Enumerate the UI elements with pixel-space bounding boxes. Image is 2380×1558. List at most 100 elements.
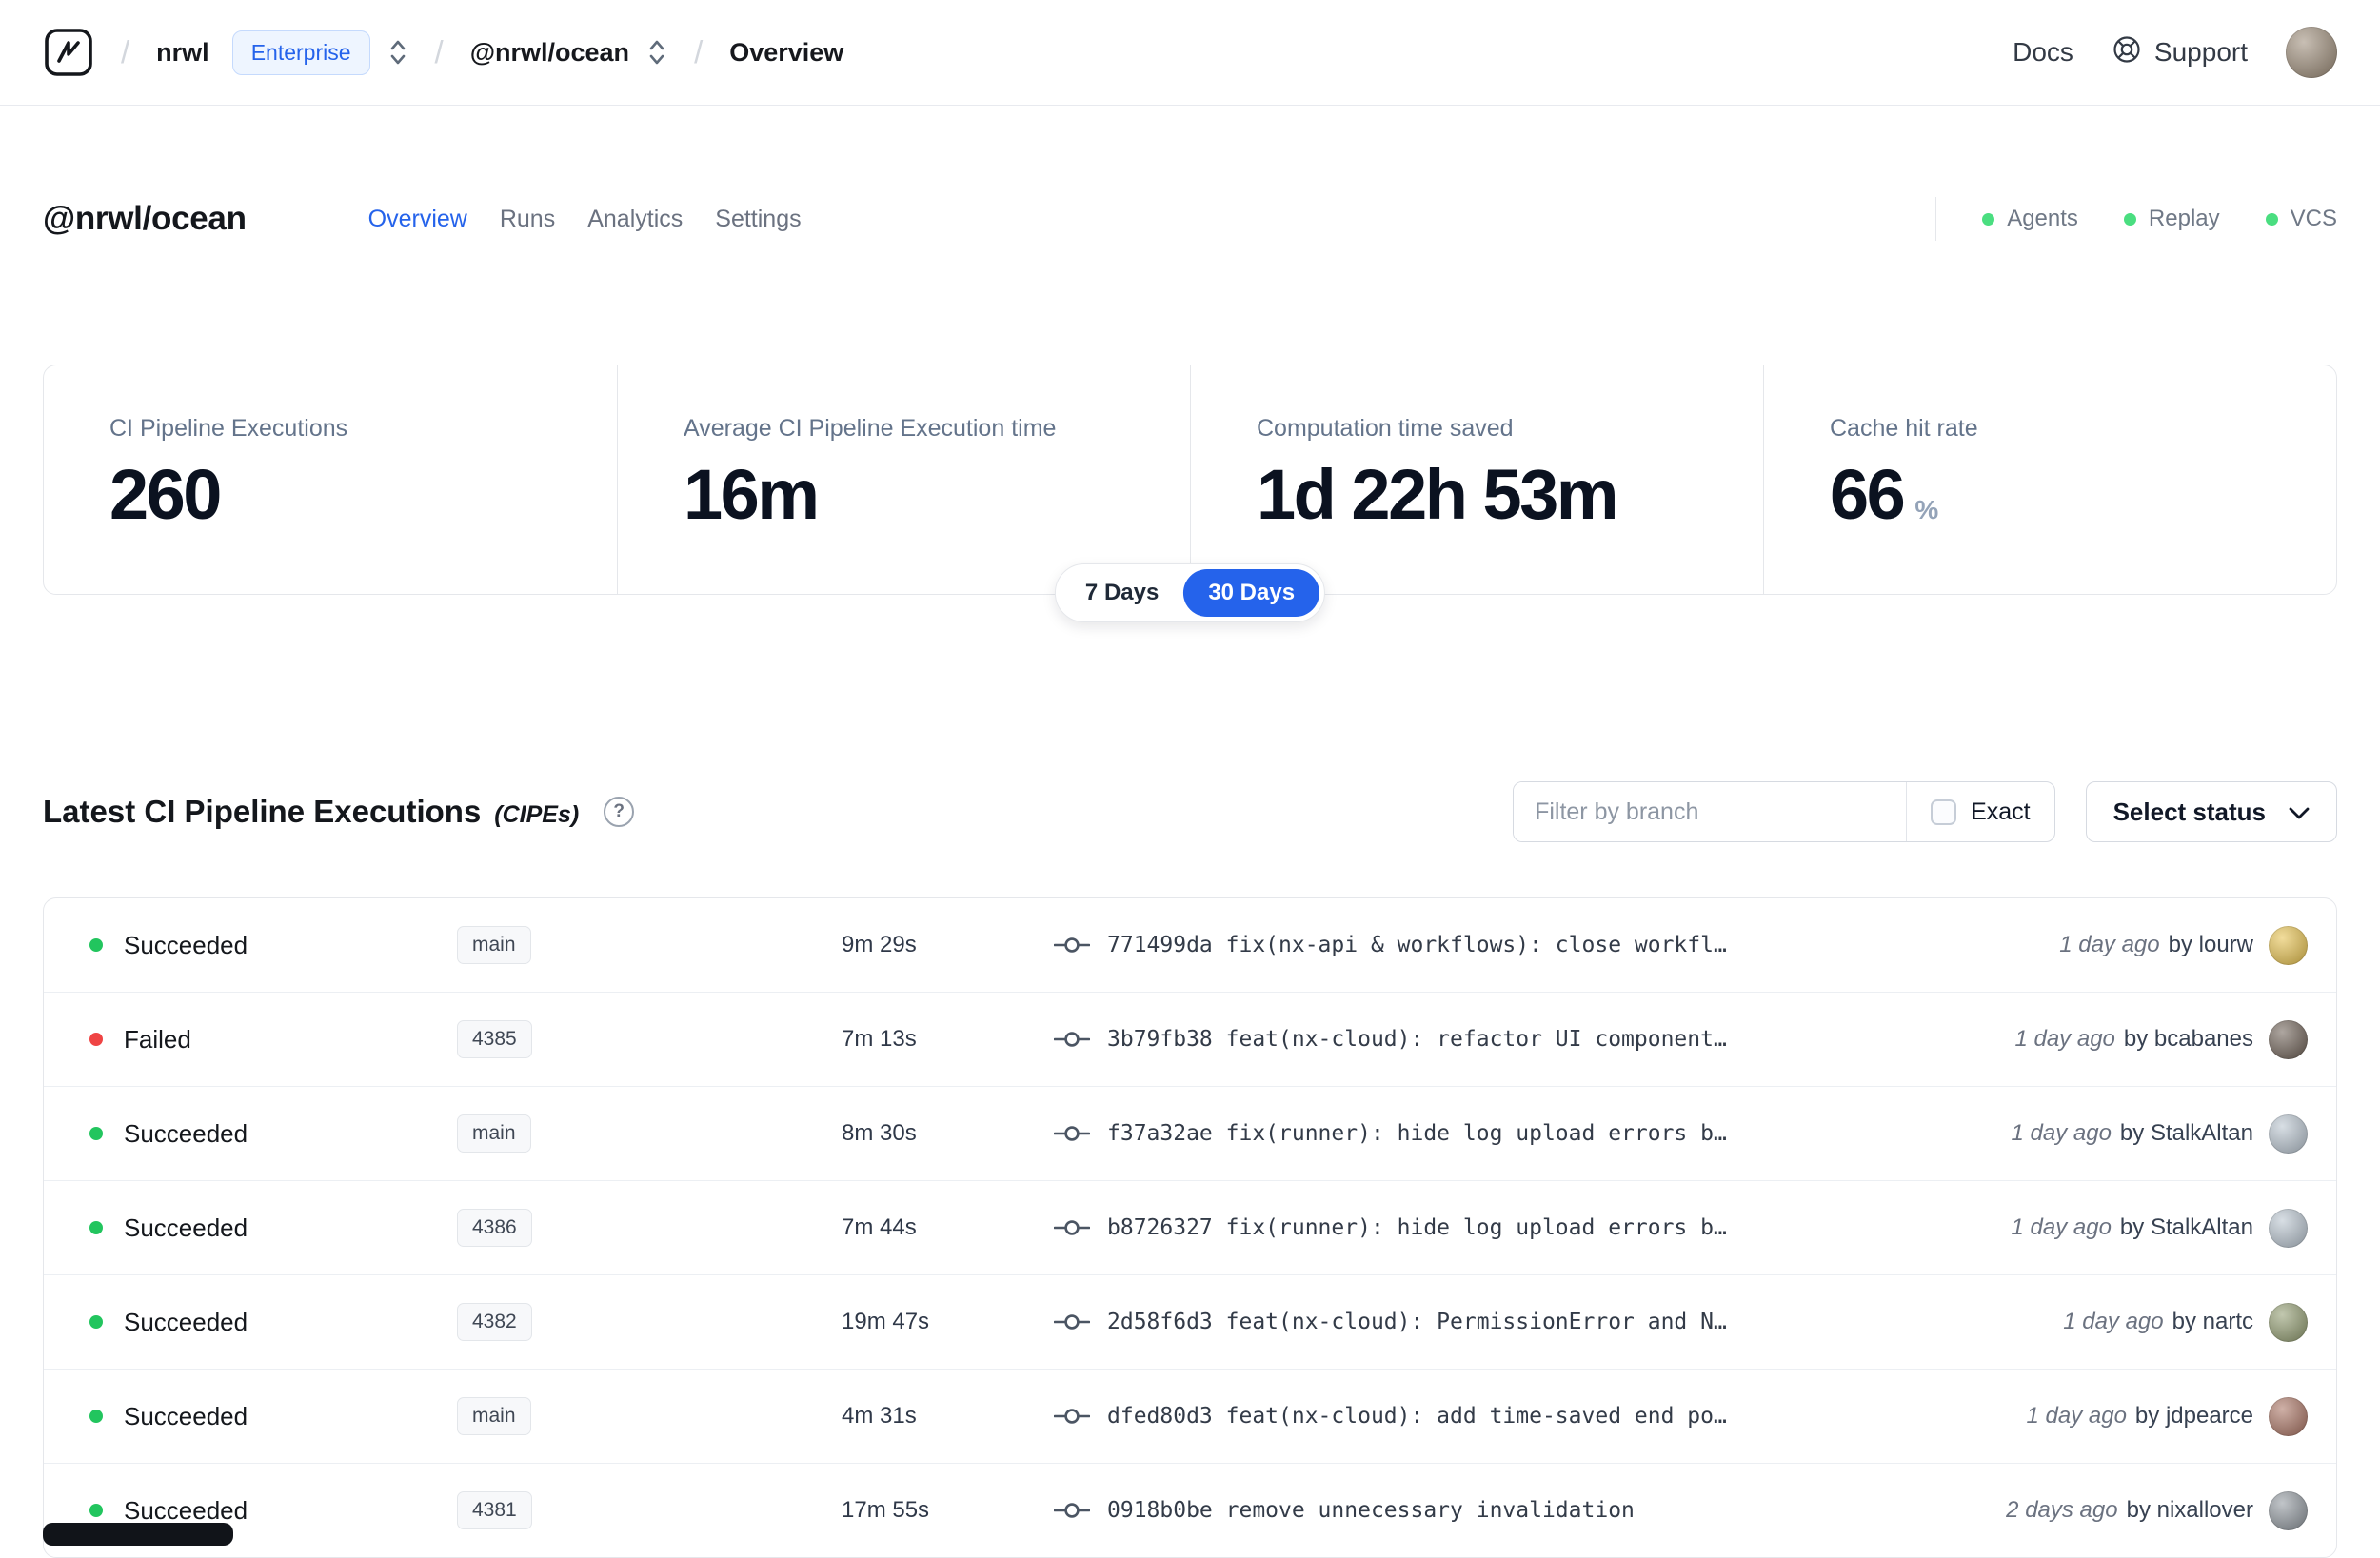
breadcrumb-separator: / [434,34,444,69]
git-commit-icon [1054,1216,1090,1239]
meta-cell: 1 day ago by nartc [2063,1302,2308,1342]
stat-label: Average CI Pipeline Execution time [684,415,1057,442]
status-agents[interactable]: Agents [1982,206,2078,232]
meta-cell: 1 day ago by StalkAltan [2012,1114,2308,1154]
exact-filter[interactable]: Exact [1906,782,2054,841]
stat-cards: CI Pipeline Executions 260 Average CI Pi… [43,365,2337,595]
status-dot [89,1033,103,1046]
cipe-title-group: Latest CI Pipeline Executions (CIPEs) ? [43,794,635,830]
branch-badge[interactable]: main [457,926,531,964]
stat-value: 1d 22h 53m [1257,455,1619,534]
commit-message[interactable]: 0918b0be remove unnecessary invalidation [1107,1498,1635,1523]
support-link[interactable]: Support [2112,34,2248,71]
nx-logo[interactable] [43,27,94,78]
breadcrumb-page: Overview [729,37,844,67]
git-commit-icon [1054,934,1090,956]
status-replay[interactable]: Replay [2123,206,2220,232]
author: by StalkAltan [2119,1214,2253,1240]
workspace-switcher-icon[interactable] [646,36,667,69]
duration: 4m 31s [842,1403,917,1429]
table-row[interactable]: Succeeded 4382 19m 47s 2d58f6d3 feat(nx-… [44,1274,2336,1369]
author-avatar [2269,1019,2308,1059]
commit-message[interactable]: 2d58f6d3 feat(nx-cloud): PermissionError… [1107,1310,1727,1334]
branch-badge[interactable]: 4381 [457,1491,532,1529]
author: by bcabanes [2123,1026,2253,1052]
commit-cell: b8726327 fix(runner): hide log upload er… [1054,1215,2012,1240]
status-cell: Succeeded [89,1213,457,1243]
commit-message[interactable]: dfed80d3 feat(nx-cloud): add time-saved … [1107,1404,1727,1429]
user-avatar[interactable] [2286,27,2337,78]
git-commit-icon [1054,1499,1090,1522]
table-row[interactable]: Succeeded main 9m 29s 771499da fix(nx-ap… [44,898,2336,992]
green-dot-icon [2123,212,2136,226]
branch-badge[interactable]: 4382 [457,1303,532,1341]
author-avatar [2269,1302,2308,1342]
table-row[interactable]: Succeeded 4381 17m 55s 0918b0be remove u… [44,1463,2336,1557]
status-replay-label: Replay [2148,206,2220,231]
table-row[interactable]: Failed 4385 7m 13s 3b79fb38 feat(nx-clou… [44,992,2336,1086]
org-switcher-icon[interactable] [387,36,408,69]
status-dot [89,938,103,952]
main-content: @nrwl/ocean Overview Runs Analytics Sett… [0,197,2380,1558]
green-dot-icon [1982,212,1995,226]
breadcrumb-workspace[interactable]: @nrwl/ocean [470,38,629,68]
branch-badge[interactable]: main [457,1114,531,1153]
breadcrumb-org[interactable]: nrwl [156,38,209,68]
meta-cell: 1 day ago by jdpearce [2027,1396,2308,1436]
branch-badge[interactable]: 4386 [457,1209,532,1247]
commit-message[interactable]: b8726327 fix(runner): hide log upload er… [1107,1215,1727,1240]
branch-badge[interactable]: 4385 [457,1020,532,1058]
status-label: Succeeded [124,1495,248,1525]
help-icon[interactable]: ? [604,797,635,827]
author-avatar [2269,1114,2308,1154]
status-label: Succeeded [124,930,248,959]
bottom-scroll-thumb[interactable] [43,1523,233,1546]
workspace-header: @nrwl/ocean Overview Runs Analytics Sett… [43,197,2337,241]
section-subtitle: (CIPEs) [494,801,580,828]
cipe-filters: Exact Select status [1513,781,2337,842]
table-row[interactable]: Succeeded main 4m 31s dfed80d3 feat(nx-c… [44,1369,2336,1463]
range-7days-button[interactable]: 7 Days [1061,569,1183,617]
duration: 8m 30s [842,1120,917,1146]
branch-cell: main [457,1114,842,1153]
branch-badge[interactable]: main [457,1397,531,1435]
workspace-tabs: Overview Runs Analytics Settings [368,206,802,233]
page-title: @nrwl/ocean [43,200,247,237]
tab-runs[interactable]: Runs [500,206,555,233]
stat-label: Computation time saved [1257,415,1514,442]
status-vcs[interactable]: VCS [2265,206,2337,232]
tab-analytics[interactable]: Analytics [587,206,683,233]
duration: 9m 29s [842,932,917,957]
cipe-section-header: Latest CI Pipeline Executions (CIPEs) ? … [43,781,2337,842]
commit-message[interactable]: 771499da fix(nx-api & workflows): close … [1107,933,1727,957]
status-agents-label: Agents [2007,206,2078,231]
time-ago: 1 day ago [2011,1214,2112,1240]
vertical-divider [1935,197,1937,241]
range-30days-button[interactable]: 30 Days [1183,569,1320,617]
enterprise-badge: Enterprise [231,30,370,75]
tab-overview[interactable]: Overview [368,206,467,233]
commit-cell: 3b79fb38 feat(nx-cloud): refactor UI com… [1054,1027,2014,1052]
breadcrumb-separator: / [694,34,704,69]
commit-cell: 2d58f6d3 feat(nx-cloud): PermissionError… [1054,1310,2063,1334]
status-select[interactable]: Select status [2085,781,2337,842]
git-commit-icon [1054,1405,1090,1428]
status-select-label: Select status [2112,797,2266,826]
exact-checkbox[interactable] [1931,799,1957,825]
status-dot [89,1410,103,1423]
docs-link[interactable]: Docs [2013,37,2073,68]
commit-cell: 771499da fix(nx-api & workflows): close … [1054,933,2059,957]
commit-message[interactable]: f37a32ae fix(runner): hide log upload er… [1107,1121,1727,1146]
chevron-down-icon [2289,798,2310,827]
status-cell: Succeeded [89,931,457,960]
status-vcs-label: VCS [2290,206,2337,231]
table-row[interactable]: Succeeded 4386 7m 44s b8726327 fix(runne… [44,1180,2336,1274]
tab-settings[interactable]: Settings [715,206,801,233]
commit-message[interactable]: 3b79fb38 feat(nx-cloud): refactor UI com… [1107,1027,1727,1052]
branch-cell: main [457,1397,842,1435]
support-label: Support [2153,37,2248,67]
branch-filter-input[interactable] [1514,782,1907,841]
table-row[interactable]: Succeeded main 8m 30s f37a32ae fix(runne… [44,1086,2336,1180]
status-label: Succeeded [124,1118,248,1148]
author: by StalkAltan [2119,1120,2253,1146]
